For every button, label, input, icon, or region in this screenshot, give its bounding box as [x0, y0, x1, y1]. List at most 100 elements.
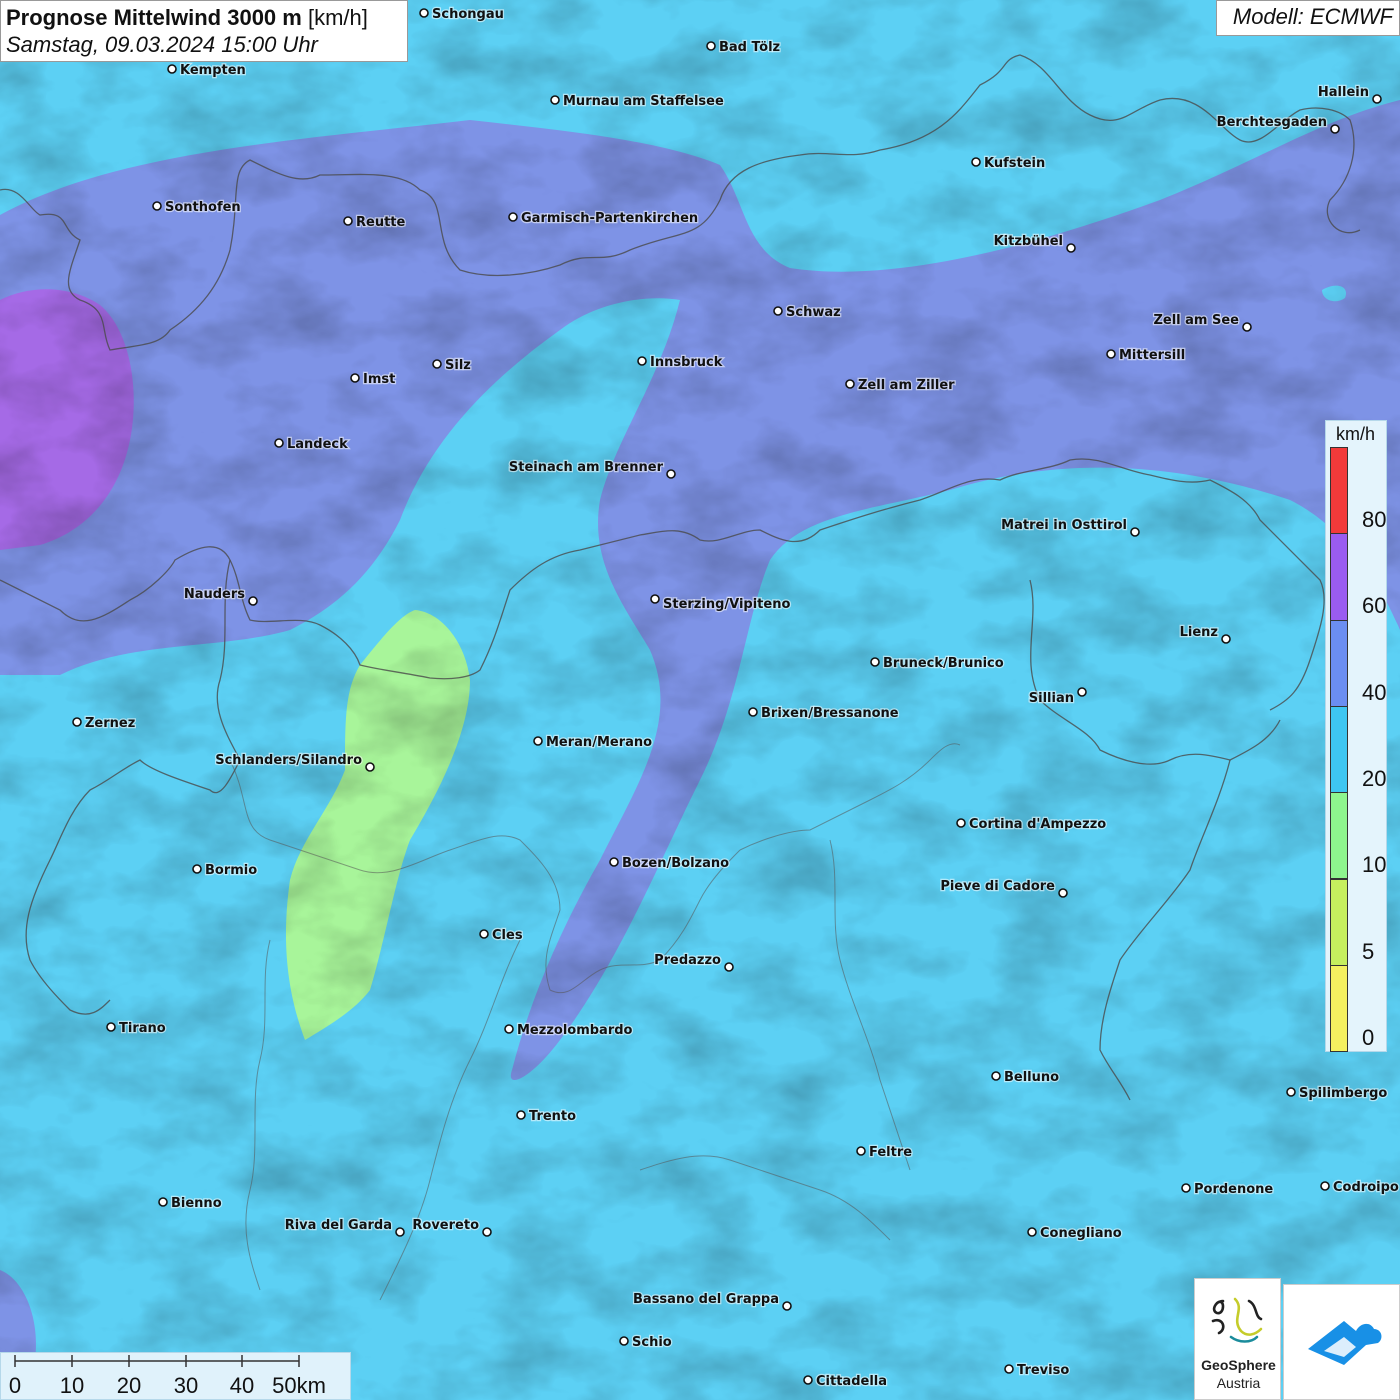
legend-tick-label: 40 [1362, 679, 1387, 705]
city-kempten: Kempten [167, 62, 247, 79]
city-label-bad_toelz: Bad Tölz [719, 40, 780, 55]
city-marker-bormio [192, 864, 202, 874]
color-legend: km/h 80 60 40 20 10 5 0 [1325, 420, 1387, 1053]
city-label-bienno: Bienno [171, 1196, 222, 1211]
city-marker-mezzolombardo [504, 1024, 514, 1034]
weather-app-logo [1283, 1284, 1400, 1400]
city-label-imst: Imst [363, 372, 395, 387]
city-marker-sonthofen [152, 201, 162, 211]
city-label-reutte: Reutte [356, 215, 406, 230]
city-spilimbergo: Spilimbergo [1286, 1085, 1389, 1102]
legend-tick-label: 0 [1362, 1024, 1375, 1050]
city-label-feltre: Feltre [869, 1145, 912, 1160]
city-marker-mittersill [1106, 349, 1116, 359]
city-innsbruck: Innsbruck [637, 354, 724, 371]
city-sonthofen: Sonthofen [152, 199, 242, 216]
city-mezzolombardo: Mezzolombardo [504, 1022, 634, 1039]
city-marker-cles [479, 929, 489, 939]
city-label-predazzo: Predazzo [654, 953, 721, 968]
city-brixen: Brixen/Bressanone [748, 705, 900, 722]
city-sterzing: Sterzing/Vipiteno [650, 594, 792, 613]
city-label-cles: Cles [492, 928, 523, 943]
city-zell_am_ziller: Zell am Ziller [845, 377, 956, 394]
city-schongau: Schongau [419, 6, 505, 23]
geosphere-logo: GeoSphere Austria [1194, 1278, 1281, 1400]
legend-swatch [1330, 964, 1348, 1053]
city-label-conegliano: Conegliano [1040, 1226, 1122, 1241]
city-label-garmisch: Garmisch-Partenkirchen [521, 211, 698, 226]
city-marker-rovereto [482, 1227, 492, 1237]
city-label-codroipo: Codroipo [1333, 1180, 1399, 1195]
city-marker-sterzing [650, 594, 660, 604]
city-label-bozen: Bozen/Bolzano [622, 856, 729, 871]
legend-swatch [1330, 533, 1348, 621]
legend-tick-label: 60 [1362, 593, 1387, 619]
city-marker-cittadella [803, 1375, 813, 1385]
city-label-sterzing: Sterzing/Vipiteno [663, 597, 790, 612]
forecast-datetime: Samstag, 09.03.2024 15:00 Uhr [6, 32, 318, 57]
city-marker-hallein [1372, 94, 1382, 104]
legend-swatch [1330, 619, 1348, 707]
city-marker-tirano [106, 1022, 116, 1032]
city-label-hallein: Hallein [1318, 85, 1369, 100]
city-meran: Meran/Merano [533, 734, 653, 751]
city-marker-codroipo [1320, 1181, 1330, 1191]
legend-tick-label: 10 [1362, 852, 1387, 878]
city-marker-sillian [1077, 687, 1087, 697]
city-label-bassano: Bassano del Grappa [633, 1292, 779, 1307]
city-marker-zell_am_see [1242, 322, 1252, 332]
city-label-zernez: Zernez [85, 716, 135, 731]
city-marker-matrei [1130, 527, 1140, 537]
legend-tick-label: 20 [1362, 765, 1387, 791]
model-label: Modell: ECMWF [1216, 0, 1400, 36]
scale-tick-label: 20 [116, 1373, 142, 1398]
city-codroipo: Codroipo [1320, 1179, 1400, 1196]
city-label-bruneck: Bruneck/Brunico [883, 656, 1004, 671]
city-marker-lienz [1221, 634, 1231, 644]
city-marker-trento [516, 1110, 526, 1120]
city-marker-conegliano [1027, 1227, 1037, 1237]
city-label-kempten: Kempten [180, 63, 246, 78]
map-title-unit: [km/h] [307, 5, 368, 30]
city-label-rovereto: Rovereto [412, 1218, 479, 1233]
city-label-matrei: Matrei in Osttirol [1001, 518, 1127, 533]
scale-tick-label: 10 [59, 1373, 85, 1398]
city-label-meran: Meran/Merano [546, 735, 652, 750]
scale-tick-label: 30 [173, 1373, 199, 1398]
city-marker-imst [350, 373, 360, 383]
scale-tick-label: 50km [272, 1373, 326, 1398]
city-label-berchtesgaden: Berchtesgaden [1217, 115, 1327, 130]
city-marker-silz [432, 359, 442, 369]
city-marker-riva [395, 1227, 405, 1237]
map-title-main: Prognose Mittelwind 3000 m [6, 5, 302, 30]
city-marker-landeck [274, 438, 284, 448]
city-cortina: Cortina d'Ampezzo [956, 816, 1108, 833]
city-marker-zernez [72, 717, 82, 727]
city-marker-bruneck [870, 657, 880, 667]
map-canvas: Schongau Bad Tölz Kempten Murnau am Staffel… [0, 0, 1400, 1400]
city-marker-brixen [748, 707, 758, 717]
scale-bar: 0 10 20 30 40 50km [0, 1352, 351, 1400]
legend-tick-label: 5 [1362, 938, 1375, 964]
city-label-brixen: Brixen/Bressanone [761, 706, 899, 721]
wind-forecast-map: Schongau Bad Tölz Kempten Murnau am Staffel… [0, 0, 1400, 1400]
city-label-treviso: Treviso [1017, 1363, 1069, 1378]
city-label-silz: Silz [445, 358, 471, 373]
city-marker-pieve [1058, 888, 1068, 898]
map-title: Prognose Mittelwind 3000 m [km/h] [6, 4, 402, 32]
city-bruneck: Bruneck/Brunico [870, 655, 1005, 672]
city-conegliano: Conegliano [1027, 1225, 1123, 1242]
geosphere-emblem-icon [1211, 1297, 1263, 1343]
city-marker-meran [533, 736, 543, 746]
city-label-schongau: Schongau [432, 7, 504, 22]
city-label-belluno: Belluno [1004, 1070, 1059, 1085]
city-marker-schwaz [773, 306, 783, 316]
scale-bar-line [14, 1355, 300, 1367]
city-marker-feltre [856, 1146, 866, 1156]
city-marker-pordenone [1181, 1183, 1191, 1193]
city-label-nauders: Nauders [184, 587, 245, 602]
city-label-trento: Trento [529, 1109, 576, 1124]
city-label-cortina: Cortina d'Ampezzo [969, 817, 1106, 832]
city-marker-zell_am_ziller [845, 379, 855, 389]
city-marker-innsbruck [637, 356, 647, 366]
